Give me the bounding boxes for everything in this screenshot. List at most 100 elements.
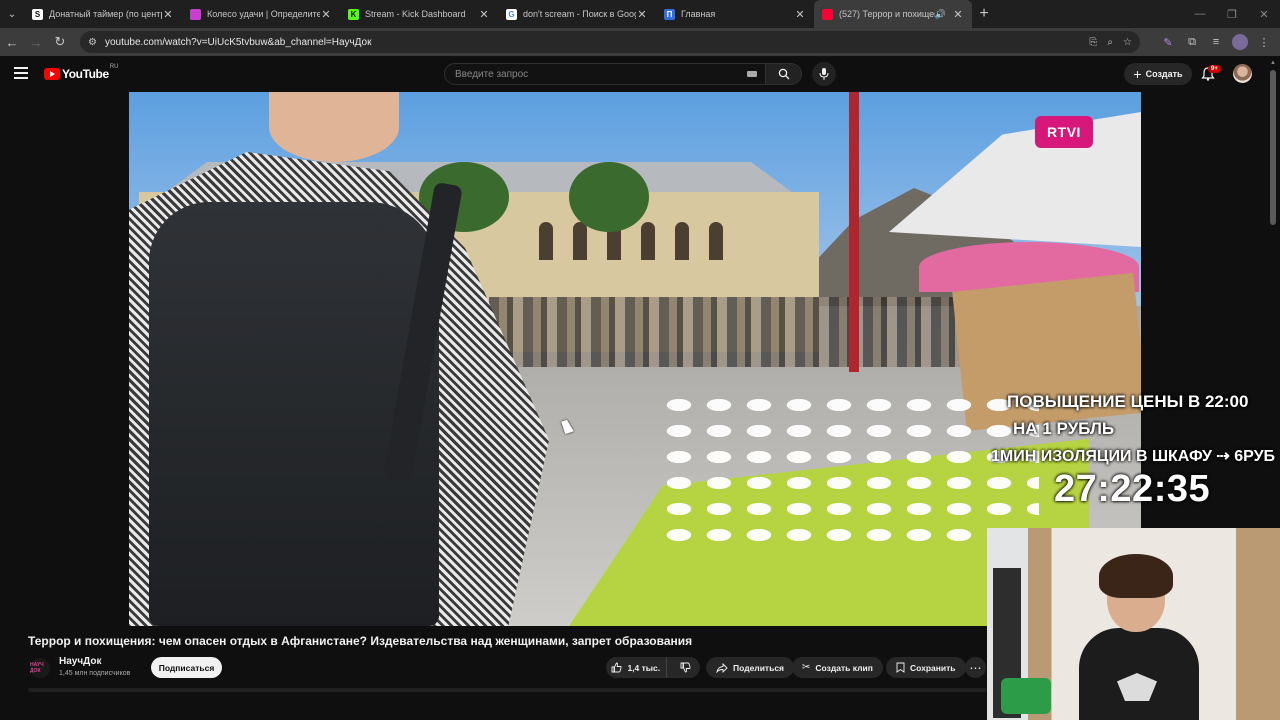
back-button[interactable]: ←: [0, 28, 24, 56]
install-app-icon[interactable]: ⎘: [1089, 37, 1097, 48]
like-count: 1,4 тыс.: [627, 662, 661, 673]
extensions-area: ✎ ⧉ ≡ ⋮: [1158, 28, 1280, 56]
forward-button[interactable]: →: [24, 28, 48, 56]
youtube-logo[interactable]: YouTube RU: [44, 64, 118, 81]
share-arrow-icon: [716, 662, 728, 673]
scroll-up-arrow-icon[interactable]: ▲: [1270, 60, 1276, 66]
notification-count-badge: 9+: [1208, 65, 1221, 73]
tab-favicon-icon: K: [348, 8, 359, 20]
tab-title: Главная: [681, 9, 716, 19]
scissors-icon: ✂: [802, 662, 811, 673]
youtube-play-icon: [44, 68, 60, 80]
tab-title: Донатный таймер (по центру: [49, 9, 162, 19]
tab-favicon-icon: [822, 8, 833, 20]
create-label: Создать: [1145, 69, 1183, 79]
channel-avatar[interactable]: НАУЧ ДОК: [30, 658, 50, 678]
create-button[interactable]: + Создать: [1124, 63, 1192, 85]
tab-close-icon[interactable]: ✕: [636, 8, 648, 21]
voice-search-button[interactable]: [812, 62, 836, 86]
site-info-icon[interactable]: ⚙: [88, 37, 97, 48]
subscribe-button[interactable]: Подписаться: [151, 657, 222, 678]
tab-close-icon[interactable]: ✕: [162, 8, 174, 21]
rtvi-watermark: RTVI: [1035, 116, 1093, 148]
create-clip-button[interactable]: ✂ Создать клип: [792, 657, 883, 678]
tab-close-icon[interactable]: ✕: [320, 8, 332, 21]
dislike-button[interactable]: [672, 657, 700, 678]
youtube-wordmark: YouTube: [62, 67, 109, 81]
search-input[interactable]: [455, 68, 735, 80]
subscriber-count: 1,45 млн подписчиков: [59, 670, 131, 677]
like-button[interactable]: 1,4 тыс.: [606, 657, 667, 678]
tab-title: Stream - Kick Dashboard: [365, 9, 466, 19]
minimize-icon[interactable]: —: [1184, 0, 1216, 28]
tab-favicon-icon: П: [664, 8, 675, 20]
content-divider: [28, 688, 987, 692]
webcam-person-hair: [1099, 554, 1173, 598]
search-icon: [778, 68, 789, 80]
tab-close-icon[interactable]: ✕: [478, 8, 490, 21]
overlay-closet-rule: 1МИН ИЗОЛЯЦИИ В ШКАФУ ⇢ 6РУБ: [991, 448, 1276, 465]
zoom-icon[interactable]: ⌕: [1107, 37, 1113, 48]
keyboard-icon[interactable]: [747, 71, 757, 77]
close-window-icon[interactable]: ✕: [1248, 0, 1280, 28]
browser-tab-1[interactable]: Колесо удачи | Определите п ✕: [182, 0, 340, 28]
overlay-price-increase: ПОВЫЩЕНИЕ ЦЕНЫ В 22:00: [1007, 392, 1249, 411]
page-scrollbar[interactable]: [1270, 70, 1276, 225]
video-scene-dishes: [659, 392, 1039, 542]
extension-pen-icon[interactable]: ✎: [1158, 32, 1178, 52]
video-scene-pole: [849, 92, 859, 372]
browser-tab-bar: ⌄ S Донатный таймер (по центру ✕ Колесо уда…: [0, 0, 1280, 28]
guide-menu-icon[interactable]: [14, 67, 28, 79]
search-button[interactable]: [766, 63, 802, 85]
overlay-price-amount: НА 1 РУБЛЬ: [1013, 419, 1115, 438]
tab-title: (527) Террор и похищения: [839, 9, 935, 19]
tab-close-icon[interactable]: ✕: [952, 8, 964, 21]
tab-favicon-icon: G: [506, 8, 517, 20]
video-title: Террор и похищения: чем опасен отдых в А…: [28, 634, 693, 648]
bookmark-star-icon[interactable]: ☆: [1123, 37, 1132, 48]
browser-tab-2[interactable]: K Stream - Kick Dashboard ✕: [340, 0, 498, 28]
tab-favicon-icon: [190, 8, 201, 20]
plus-icon: +: [1133, 66, 1142, 82]
save-button[interactable]: Сохранить: [886, 657, 966, 678]
thumbs-down-icon: [680, 662, 691, 673]
search-box: [444, 63, 766, 85]
tab-title: Колесо удачи | Определите п: [207, 9, 320, 19]
more-actions-icon[interactable]: ⋯: [965, 657, 986, 678]
tab-favicon-icon: S: [32, 8, 43, 20]
tab-close-icon[interactable]: ✕: [794, 8, 806, 21]
share-button[interactable]: Поделиться: [706, 657, 795, 678]
tab-strip: S Донатный таймер (по центру ✕ Колесо удачи…: [24, 0, 972, 28]
browser-menu-icon[interactable]: ⋮: [1254, 32, 1274, 52]
tab-audio-speaker-icon[interactable]: 🔊: [935, 9, 946, 20]
video-scene-tree: [569, 162, 649, 232]
thumbs-up-icon: [612, 662, 622, 673]
video-scene-crowd: [489, 297, 1009, 367]
browser-tab-0[interactable]: S Донатный таймер (по центру ✕: [24, 0, 182, 28]
account-avatar[interactable]: [1233, 64, 1252, 83]
window-controls: — ❐ ✕: [1184, 0, 1280, 28]
browser-tab-4[interactable]: П Главная ✕: [656, 0, 814, 28]
tab-title: don't scream - Поиск в Google: [523, 9, 636, 19]
tab-search-icon[interactable]: ⌄: [0, 0, 24, 28]
new-tab-button[interactable]: +: [972, 0, 996, 28]
profile-avatar-icon[interactable]: [1230, 32, 1250, 52]
media-controls-icon[interactable]: ≡: [1206, 32, 1226, 52]
browser-toolbar: ← → ↻ ⚙ youtube.com/watch?v=UiUcK5tvbuw&…: [0, 28, 1280, 56]
like-dislike-group: 1,4 тыс.: [606, 657, 700, 678]
youtube-header: YouTube RU + Создать: [0, 56, 1280, 92]
browser-tab-3[interactable]: Gdon't scream - Поиск в Google ✕: [498, 0, 656, 28]
bookmark-icon: [896, 662, 905, 673]
streamer-webcam: [987, 528, 1280, 720]
share-label: Поделиться: [733, 662, 785, 673]
extensions-puzzle-icon[interactable]: ⧉: [1182, 32, 1202, 52]
reload-button[interactable]: ↻: [48, 28, 72, 56]
video-scene-man-with-backpack: [129, 92, 549, 626]
restore-icon[interactable]: ❐: [1216, 0, 1248, 28]
address-bar[interactable]: ⚙ youtube.com/watch?v=UiUcK5tvbuw&ab_cha…: [80, 31, 1140, 53]
video-info-panel: Террор и похищения: чем опасен отдых в А…: [0, 626, 987, 720]
clip-label: Создать клип: [815, 662, 873, 673]
omnibox-actions: ⎘ ⌕ ☆: [1089, 31, 1132, 53]
browser-tab-5[interactable]: (527) Террор и похищения🔊 ✕: [814, 0, 972, 28]
channel-name[interactable]: НаучДок: [59, 656, 102, 667]
